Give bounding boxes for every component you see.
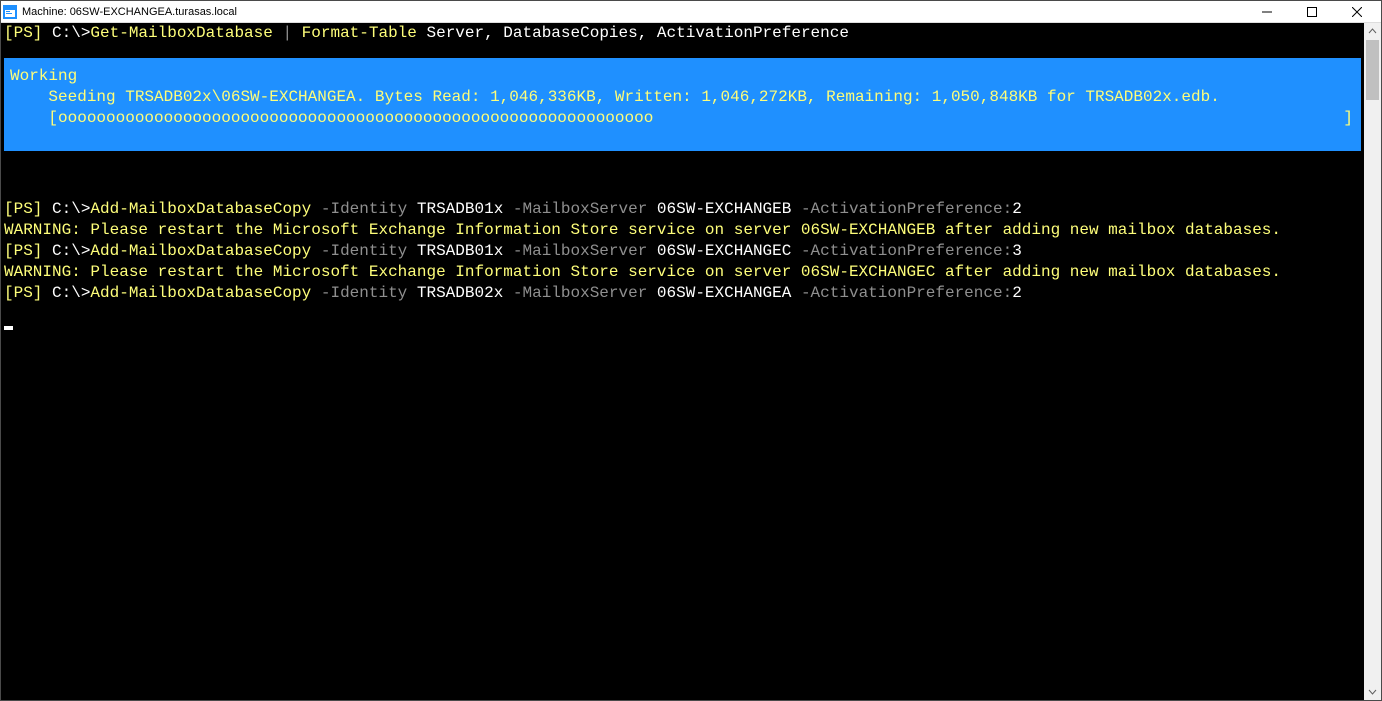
param-activationpreference: -ActivationPreference: [801, 242, 1012, 260]
progress-indent [10, 108, 48, 129]
app-window: Machine: 06SW-EXCHANGEA.turasas.local [P… [0, 0, 1382, 701]
arg-mailboxserver: 06SW-EXCHANGEC [657, 242, 801, 260]
app-icon [3, 5, 17, 19]
scroll-down-button[interactable] [1364, 683, 1381, 700]
progress-bar: [ooooooooooooooooooooooooooooooooooooooo… [48, 108, 653, 129]
arg-identity: TRSADB01x [417, 242, 513, 260]
prompt-path: C:\> [52, 284, 90, 302]
progress-title: Working [10, 66, 1355, 87]
progress-cap: ] [1343, 108, 1355, 129]
progress-status: Seeding TRSADB02x\06SW-EXCHANGEA. Bytes … [10, 87, 1355, 108]
cmd-add-mailboxdatabasecopy: Add-MailboxDatabaseCopy [90, 284, 320, 302]
window-title: Machine: 06SW-EXCHANGEA.turasas.local [22, 6, 237, 18]
pipe-operator: | [282, 24, 301, 42]
param-mailboxserver: -MailboxServer [513, 284, 657, 302]
scroll-thumb[interactable] [1366, 40, 1379, 100]
format-table-args: Server, DatabaseCopies, ActivationPrefer… [426, 24, 848, 42]
cursor [4, 326, 13, 330]
progress-filler [653, 108, 1343, 129]
progress-box: Working Seeding TRSADB02x\06SW-EXCHANGEA… [4, 58, 1361, 151]
titlebar[interactable]: Machine: 06SW-EXCHANGEA.turasas.local [1, 1, 1381, 23]
arg-activationpreference: 2 [1012, 200, 1022, 218]
arg-mailboxserver: 06SW-EXCHANGEB [657, 200, 801, 218]
terminal[interactable]: [PS] C:\>Get-MailboxDatabase | Format-Ta… [1, 23, 1364, 700]
prompt-path: C:\> [52, 242, 90, 260]
prompt-path: C:\> [52, 24, 90, 42]
cmd-add-mailboxdatabasecopy: Add-MailboxDatabaseCopy [90, 242, 320, 260]
param-identity: -Identity [321, 242, 417, 260]
param-mailboxserver: -MailboxServer [513, 200, 657, 218]
param-activationpreference: -ActivationPreference: [801, 200, 1012, 218]
prompt-ps: [PS] [4, 24, 52, 42]
cmd-add-mailboxdatabasecopy: Add-MailboxDatabaseCopy [90, 200, 320, 218]
arg-activationpreference: 2 [1012, 284, 1022, 302]
arg-activationpreference: 3 [1012, 242, 1022, 260]
warning-line: WARNING: Please restart the Microsoft Ex… [1, 262, 1364, 283]
vertical-scrollbar[interactable] [1364, 23, 1381, 700]
command-line: [PS] C:\>Get-MailboxDatabase | Format-Ta… [1, 23, 1364, 44]
warning-line: WARNING: Please restart the Microsoft Ex… [1, 220, 1364, 241]
cmd-get-mailboxdatabase: Get-MailboxDatabase [90, 24, 282, 42]
prompt-path: C:\> [52, 200, 90, 218]
command-line: [PS] C:\>Add-MailboxDatabaseCopy -Identi… [1, 199, 1364, 220]
client-area: [PS] C:\>Get-MailboxDatabase | Format-Ta… [1, 23, 1381, 700]
cmd-format-table: Format-Table [302, 24, 427, 42]
param-activationpreference: -ActivationPreference: [801, 284, 1012, 302]
prompt-ps: [PS] [4, 284, 52, 302]
scroll-track[interactable] [1364, 40, 1381, 683]
progress-bar-row: [ooooooooooooooooooooooooooooooooooooooo… [10, 108, 1355, 129]
param-identity: -Identity [321, 200, 417, 218]
arg-identity: TRSADB01x [417, 200, 513, 218]
prompt-ps: [PS] [4, 200, 52, 218]
blank-gap [1, 157, 1364, 199]
arg-mailboxserver: 06SW-EXCHANGEA [657, 284, 801, 302]
scroll-up-button[interactable] [1364, 23, 1381, 40]
command-line: [PS] C:\>Add-MailboxDatabaseCopy -Identi… [1, 283, 1364, 304]
command-line: [PS] C:\>Add-MailboxDatabaseCopy -Identi… [1, 241, 1364, 262]
close-button[interactable] [1334, 1, 1379, 23]
prompt-ps: [PS] [4, 242, 52, 260]
param-mailboxserver: -MailboxServer [513, 242, 657, 260]
param-identity: -Identity [321, 284, 417, 302]
minimize-button[interactable] [1244, 1, 1289, 23]
arg-identity: TRSADB02x [417, 284, 513, 302]
maximize-button[interactable] [1289, 1, 1334, 23]
